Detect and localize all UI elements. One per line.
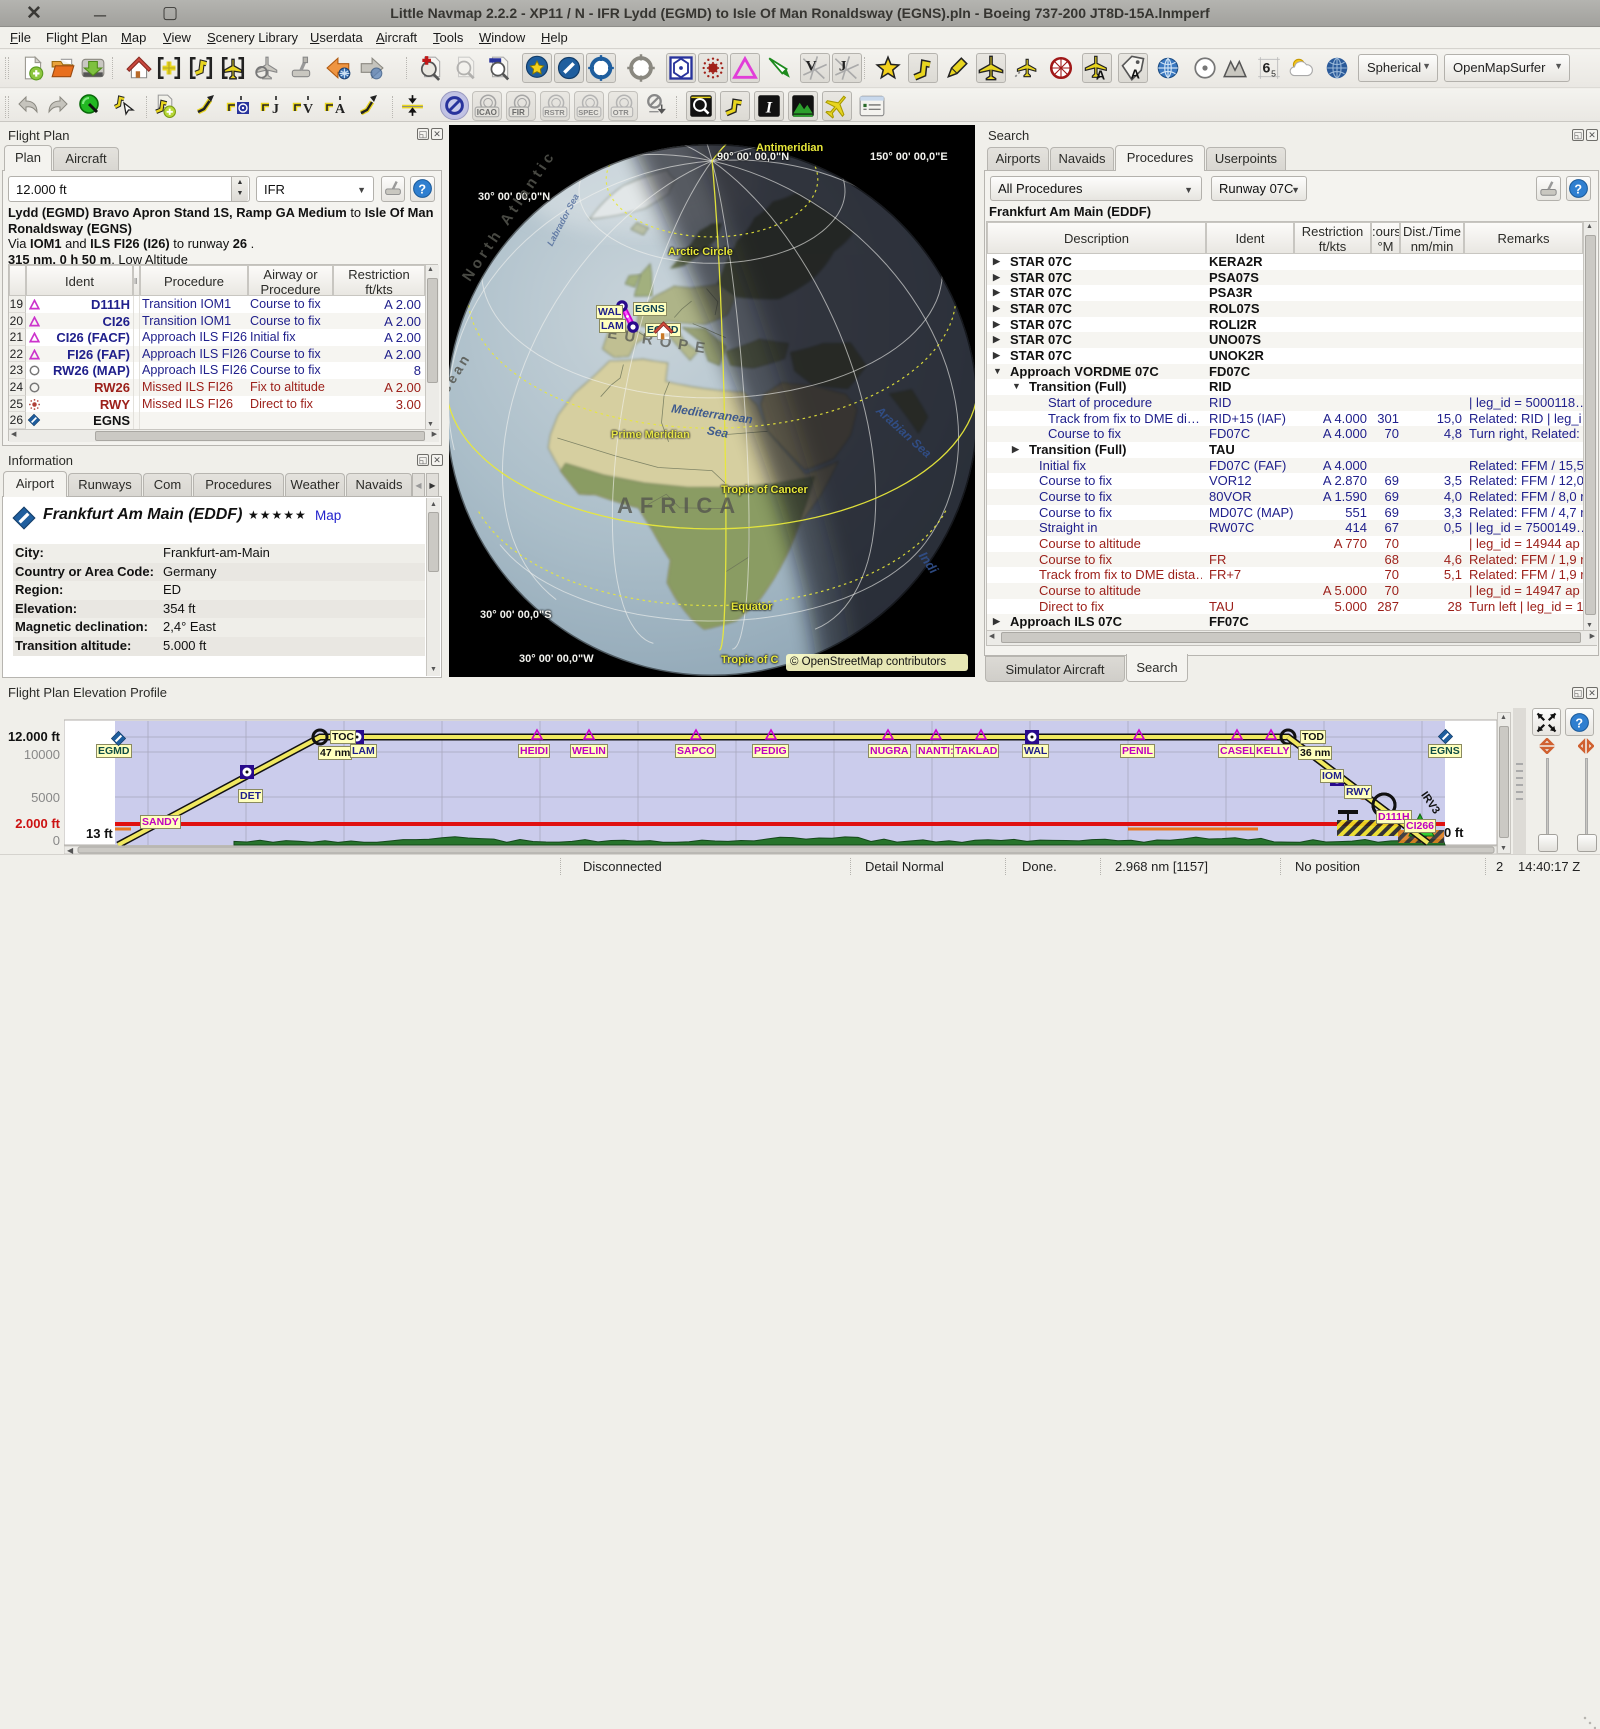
svg-text:6: 6	[1263, 59, 1271, 75]
svg-text:SPEC: SPEC	[578, 108, 599, 117]
svg-text:?: ?	[1575, 717, 1583, 731]
svg-text:A: A	[1131, 67, 1140, 82]
svg-text:A: A	[335, 102, 346, 117]
svg-text:V: V	[303, 102, 313, 117]
svg-text:?: ?	[418, 183, 426, 197]
svg-text:5: 5	[1271, 69, 1276, 79]
svg-text:◀: ◀	[67, 846, 74, 854]
svg-text:A: A	[1096, 68, 1105, 82]
svg-text:I: I	[765, 99, 773, 116]
svg-text:ICAO: ICAO	[477, 108, 497, 117]
svg-text:?: ?	[1574, 183, 1582, 197]
svg-text:FIR: FIR	[512, 108, 525, 117]
svg-text:V: V	[806, 57, 817, 74]
svg-text:J: J	[272, 102, 279, 117]
svg-text:OTR: OTR	[613, 108, 629, 117]
svg-text:J: J	[839, 57, 847, 74]
svg-text:RSTR: RSTR	[544, 108, 565, 117]
